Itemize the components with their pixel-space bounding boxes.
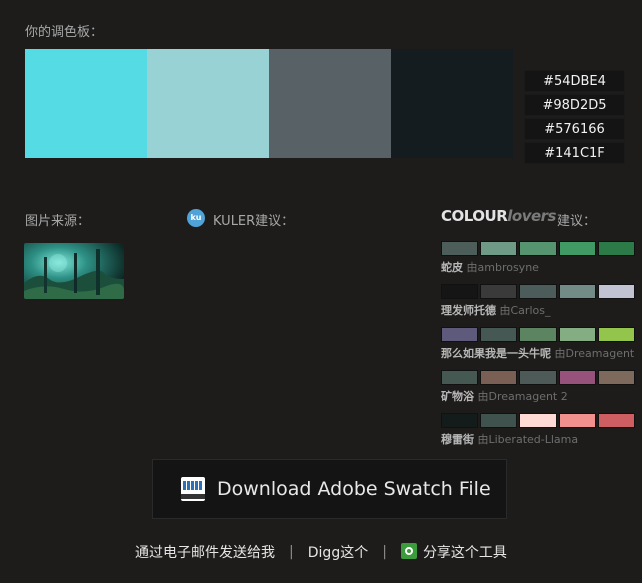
colourlovers-suffix: 建议：: [557, 214, 597, 229]
source-thumbnail[interactable]: [24, 243, 124, 299]
hex-code[interactable]: #141C1F: [524, 142, 625, 164]
palette-strip[interactable]: [441, 284, 636, 299]
hex-code-list: #54DBE4 #98D2D5 #576166 #141C1F: [524, 70, 625, 166]
share-link[interactable]: 分享这个工具: [400, 542, 507, 562]
palette-chip: [519, 413, 557, 428]
digg-link[interactable]: Digg这个: [308, 542, 368, 562]
palette-chip: [441, 413, 479, 428]
colourlovers-palette[interactable]: 穆雷街 由Liberated-Llama: [441, 413, 636, 447]
palette-swatches: [25, 49, 513, 158]
palette-chip: [441, 241, 479, 256]
swatch-1[interactable]: [25, 49, 147, 158]
colourlovers-palette[interactable]: 那么如果我是一头牛呢 由Dreamagent: [441, 327, 636, 361]
palette-chip: [558, 284, 596, 299]
hex-code[interactable]: #576166: [524, 118, 625, 140]
swatch-3[interactable]: [269, 49, 391, 158]
colourlovers-palette[interactable]: 矿物浴 由Dreamagent 2: [441, 370, 636, 404]
palette-chip: [519, 284, 557, 299]
colourlovers-logo: COLOURlovers: [441, 207, 556, 225]
swatch-4[interactable]: [391, 49, 513, 158]
palette-chip: [558, 370, 596, 385]
logo-italic-text: lovers: [507, 207, 556, 225]
palette-meta: 蛇皮 由ambrosyne: [441, 259, 642, 275]
palette-chip: [558, 413, 596, 428]
palette-title: 你的调色板：: [25, 25, 104, 40]
colourlovers-palette[interactable]: 理发师托德 由Carlos_: [441, 284, 636, 318]
separator: |: [382, 544, 387, 560]
palette-name[interactable]: 蛇皮: [441, 261, 463, 274]
palette-meta: 那么如果我是一头牛呢 由Dreamagent: [441, 345, 642, 361]
palette-chip: [558, 327, 596, 342]
swatch-2[interactable]: [147, 49, 269, 158]
swatch-file-icon: [181, 477, 205, 501]
palette-chip: [597, 413, 636, 428]
palette-author[interactable]: 由ambrosyne: [467, 261, 539, 274]
hex-code[interactable]: #98D2D5: [524, 94, 625, 116]
palette-meta: 矿物浴 由Dreamagent 2: [441, 388, 642, 404]
download-label: Download Adobe Swatch File: [217, 478, 491, 500]
palette-name[interactable]: 穆雷街: [441, 433, 474, 446]
palette-chip: [441, 284, 479, 299]
kuler-label: KULER建议：: [213, 214, 295, 229]
palette-strip[interactable]: [441, 413, 636, 428]
palette-strip[interactable]: [441, 241, 636, 256]
palette-chip: [519, 241, 557, 256]
palette-chip: [480, 327, 518, 342]
palette-chip: [519, 327, 557, 342]
palette-chip: [597, 327, 636, 342]
palette-name[interactable]: 矿物浴: [441, 390, 474, 403]
palette-name[interactable]: 那么如果我是一头牛呢: [441, 347, 551, 360]
palette-chip: [480, 241, 518, 256]
colourlovers-palette[interactable]: 蛇皮 由ambrosyne: [441, 241, 636, 275]
palette-chip: [441, 327, 479, 342]
palette-chip: [441, 370, 479, 385]
footer-links: 通过电子邮件发送给我 | Digg这个 | 分享这个工具: [0, 542, 642, 562]
palette-author[interactable]: 由Dreamagent: [555, 347, 635, 360]
download-swatch-button[interactable]: Download Adobe Swatch File: [152, 459, 507, 519]
palette-strip[interactable]: [441, 370, 636, 385]
palette-name[interactable]: 理发师托德: [441, 304, 496, 317]
palette-author[interactable]: 由Carlos_: [500, 304, 551, 317]
palette-chip: [558, 241, 596, 256]
palette-chip: [480, 284, 518, 299]
logo-bold-text: COLOUR: [441, 207, 508, 225]
palette-author[interactable]: 由Dreamagent 2: [478, 390, 568, 403]
palette-chip: [480, 413, 518, 428]
palette-chip: [480, 370, 518, 385]
share-icon: [400, 543, 417, 559]
palette-chip: [597, 241, 636, 256]
share-label: 分享这个工具: [422, 545, 507, 561]
palette-chip: [597, 370, 636, 385]
palette-meta: 理发师托德 由Carlos_: [441, 302, 642, 318]
email-link[interactable]: 通过电子邮件发送给我: [135, 542, 275, 562]
hex-code[interactable]: #54DBE4: [524, 70, 625, 92]
palette-author[interactable]: 由Liberated-Llama: [478, 433, 579, 446]
source-label: 图片来源：: [25, 214, 91, 229]
palette-meta: 穆雷街 由Liberated-Llama: [441, 431, 642, 447]
palette-chip: [519, 370, 557, 385]
kuler-icon: ku: [187, 209, 205, 227]
palette-chip: [597, 284, 636, 299]
separator: |: [289, 544, 294, 560]
palette-strip[interactable]: [441, 327, 636, 342]
